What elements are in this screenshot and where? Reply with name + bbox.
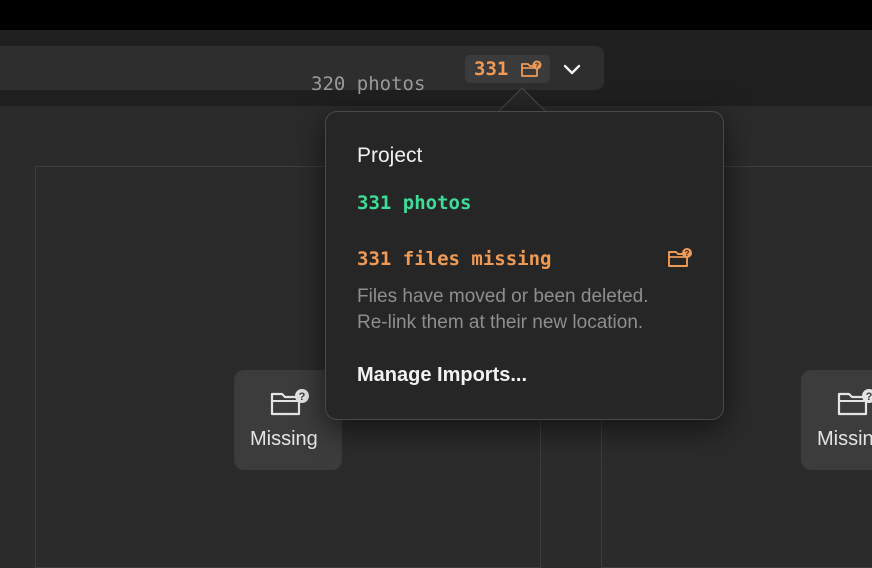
missing-description: Files have moved or been deleted. Re-lin… [357, 284, 707, 336]
photo-count: 320 photos [311, 73, 426, 95]
svg-text:?: ? [866, 391, 872, 403]
svg-text:?: ? [535, 63, 539, 70]
folder-question-icon: ? [836, 388, 872, 425]
files-missing: 331 files missing [357, 248, 552, 270]
popover-arrow [495, 87, 549, 114]
tile-label: Missin [817, 428, 872, 450]
description-line: Re-link them at their new location. [357, 312, 644, 333]
description-line: Files have moved or been deleted. [357, 286, 649, 307]
popover-title: Project [357, 144, 423, 167]
folder-question-icon: ? [667, 247, 693, 274]
missing-count: 331 [474, 58, 509, 80]
missing-photo-tile[interactable]: ? Missin [801, 370, 872, 470]
folder-question-icon: ? [269, 388, 309, 425]
manage-imports-button[interactable]: Manage Imports... [357, 364, 527, 387]
folder-question-icon: ? [520, 60, 542, 83]
tile-label: Missing [250, 428, 318, 450]
svg-text:?: ? [299, 391, 306, 403]
window-top-bar [0, 0, 872, 30]
missing-files-popover: Project 331 photos 331 files missing ? F… [325, 111, 724, 420]
chevron-down-icon[interactable] [560, 58, 584, 82]
svg-text:?: ? [685, 249, 690, 258]
missing-files-badge[interactable]: 331 ? [465, 55, 550, 83]
toolbar: 320 photos [0, 30, 872, 106]
photos-count: 331 photos [357, 192, 472, 214]
